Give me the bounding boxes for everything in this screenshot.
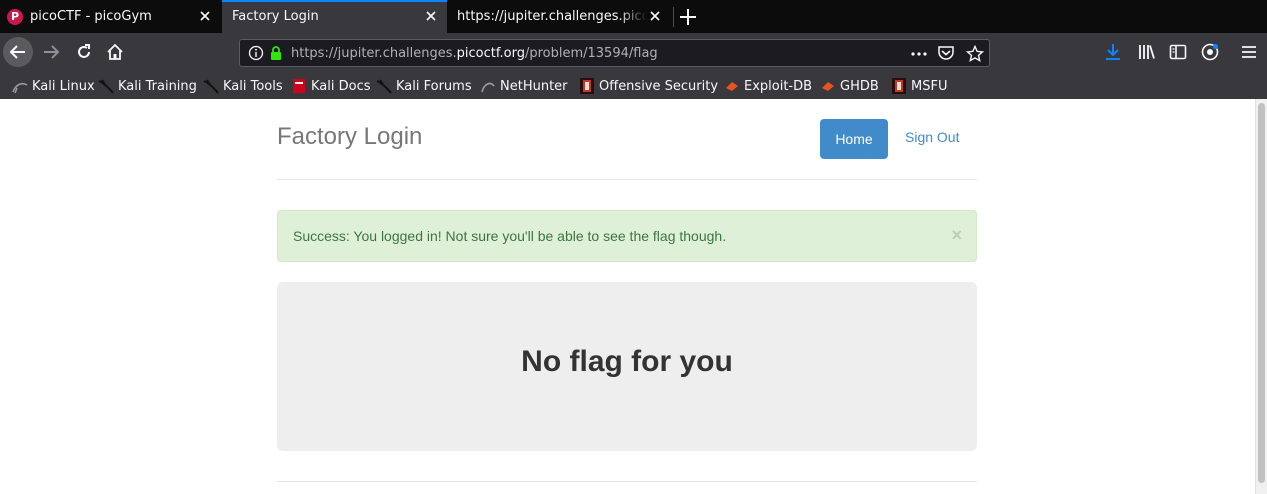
alert-message: Success: You logged in! Not sure you'll … <box>293 228 727 244</box>
offsec-icon <box>579 78 595 94</box>
bookmarks-toolbar: Kali Linux Kali Training Kali Tools Kali… <box>0 73 1267 99</box>
new-tab-icon[interactable] <box>678 7 698 27</box>
url-domain: picoctf.org <box>456 46 525 61</box>
footer-divider <box>277 481 977 482</box>
forward-button[interactable] <box>36 37 66 67</box>
account-icon[interactable] <box>1200 42 1220 62</box>
page-content: Factory Login Home Sign Out Success: You… <box>0 99 1267 494</box>
close-icon[interactable] <box>423 8 439 24</box>
bookmark-label: Exploit-DB <box>744 78 813 94</box>
url-path: /problem/13594/flag <box>524 46 658 61</box>
forward-arrow-icon <box>44 45 60 59</box>
kali-dragon-icon <box>12 78 28 94</box>
sidebar-icon[interactable] <box>1168 42 1188 62</box>
sign-out-link[interactable]: Sign Out <box>905 129 959 145</box>
ghdb-icon <box>820 78 836 94</box>
bookmark-exploit-db[interactable]: Exploit-DB <box>724 77 812 95</box>
kali-dragon-icon <box>203 78 219 94</box>
alert-close-button[interactable]: × <box>951 225 962 246</box>
bookmark-kali-tools[interactable]: Kali Tools <box>203 77 283 95</box>
bookmark-label: Kali Training <box>118 78 197 94</box>
bookmark-kali-docs[interactable]: Kali Docs <box>291 77 371 95</box>
bookmark-label: Kali Forums <box>396 78 472 94</box>
tab-title: picoCTF - picoGym <box>30 9 152 24</box>
bookmark-label: Kali Tools <box>223 78 283 94</box>
browser-chrome: picoCTF - picoGym Factory Login https://… <box>0 0 1267 99</box>
hamburger-menu-icon[interactable] <box>1239 42 1259 62</box>
bookmark-label: NetHunter <box>500 78 568 94</box>
close-icon[interactable] <box>647 8 663 24</box>
picoctf-icon <box>7 9 23 25</box>
bookmark-label: Kali Docs <box>311 78 371 94</box>
kali-dragon-icon <box>98 78 114 94</box>
scrollbar-thumb[interactable] <box>1258 103 1265 483</box>
tab-separator <box>673 7 674 27</box>
home-nav-button[interactable]: Home <box>820 119 888 159</box>
kali-docs-icon <box>291 78 307 94</box>
tab-strip: picoCTF - picoGym Factory Login https://… <box>0 0 1267 33</box>
scrollbar[interactable] <box>1255 99 1267 494</box>
bookmark-label: GHDB <box>840 78 879 94</box>
back-button[interactable] <box>3 37 33 67</box>
home-icon <box>107 43 123 60</box>
reload-icon <box>78 44 90 58</box>
nav-toolbar: https://jupiter.challenges.picoctf.org/p… <box>0 33 1267 73</box>
pocket-icon[interactable] <box>937 45 955 65</box>
tab-factory-login[interactable]: Factory Login <box>222 0 447 33</box>
url-prefix: https://jupiter.challenges. <box>291 46 457 61</box>
exploit-db-icon <box>724 78 740 94</box>
bookmark-star-icon[interactable] <box>965 44 985 67</box>
info-icon[interactable] <box>248 45 264 65</box>
bookmark-label: MSFU <box>911 78 948 94</box>
download-icon[interactable] <box>1103 42 1123 62</box>
reload-button[interactable] <box>69 37 99 67</box>
msfu-icon <box>891 78 907 94</box>
home-button[interactable] <box>100 37 130 67</box>
flag-heading: No flag for you <box>521 345 733 378</box>
close-icon[interactable] <box>197 8 213 24</box>
page-title: Factory Login <box>277 123 423 150</box>
tab-flag-url[interactable]: https://jupiter.challenges.picoctf.org/p… <box>447 0 671 33</box>
jumbotron: No flag for you <box>277 282 977 451</box>
tab-title: Factory Login <box>232 9 319 24</box>
back-arrow-icon <box>9 45 25 59</box>
bookmark-nethunter[interactable]: NetHunter <box>480 77 568 95</box>
lock-icon[interactable] <box>268 45 284 65</box>
bookmark-kali-linux[interactable]: Kali Linux <box>12 77 95 95</box>
page-actions-icon[interactable] <box>910 46 928 66</box>
tab-picogym[interactable]: picoCTF - picoGym <box>0 0 221 33</box>
bookmark-offensive-security[interactable]: Offensive Security <box>579 77 718 95</box>
nethunter-icon <box>480 78 496 94</box>
bookmark-kali-forums[interactable]: Kali Forums <box>376 77 472 95</box>
header-divider <box>277 179 977 180</box>
url-text[interactable]: https://jupiter.challenges.picoctf.org/p… <box>291 46 658 61</box>
kali-dragon-icon <box>376 78 392 94</box>
tab-title: https://jupiter.challenges.picoctf.org/p… <box>457 9 647 24</box>
library-icon[interactable] <box>1137 42 1157 62</box>
url-bar[interactable]: https://jupiter.challenges.picoctf.org/p… <box>239 39 990 67</box>
bookmark-kali-training[interactable]: Kali Training <box>98 77 197 95</box>
bookmark-label: Offensive Security <box>599 78 719 94</box>
bookmark-ghdb[interactable]: GHDB <box>820 77 879 95</box>
success-alert: Success: You logged in! Not sure you'll … <box>277 210 977 262</box>
bookmark-label: Kali Linux <box>32 78 95 94</box>
bookmark-msfu[interactable]: MSFU <box>891 77 947 95</box>
